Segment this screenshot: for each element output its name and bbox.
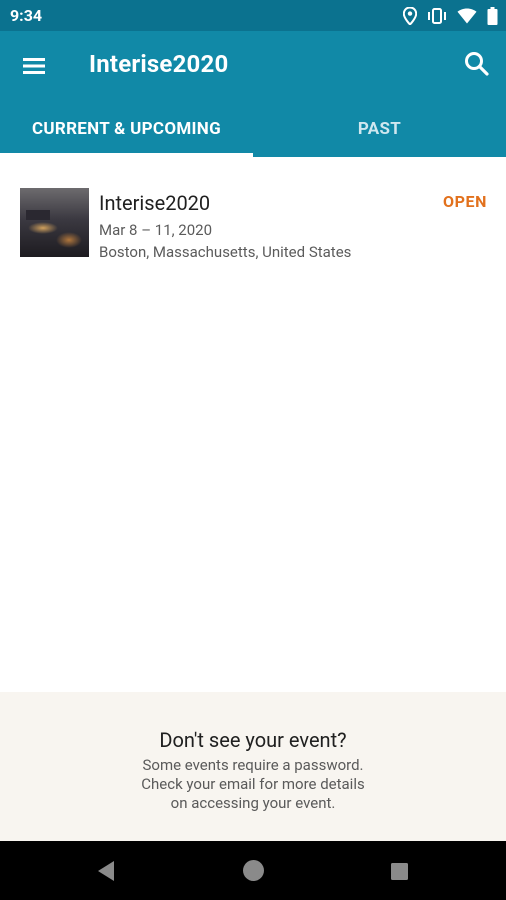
thumbnail-banner bbox=[26, 210, 50, 220]
vibrate-icon bbox=[428, 8, 446, 24]
menu-button[interactable] bbox=[20, 52, 48, 80]
recent-apps-icon[interactable] bbox=[390, 862, 409, 881]
location-icon bbox=[403, 7, 417, 25]
event-list-item[interactable]: Interise2020 Mar 8 – 11, 2020 Boston, Ma… bbox=[0, 175, 506, 270]
missing-event-help-panel: Don't see your event? Some events requir… bbox=[0, 692, 506, 841]
hamburger-menu-icon bbox=[23, 58, 45, 74]
tab-current-upcoming[interactable]: CURRENT & UPCOMING bbox=[0, 100, 253, 157]
help-line: on accessing your event. bbox=[170, 794, 336, 812]
event-dates: Mar 8 – 11, 2020 bbox=[99, 221, 213, 239]
app-title: Interise2020 bbox=[89, 50, 229, 78]
home-icon[interactable] bbox=[241, 858, 266, 883]
app-bar: Interise2020 bbox=[0, 31, 506, 100]
back-icon[interactable] bbox=[96, 860, 116, 882]
wifi-icon bbox=[457, 8, 477, 24]
battery-icon bbox=[487, 7, 498, 25]
status-bar: 9:34 bbox=[0, 0, 506, 31]
help-line: Some events require a password. bbox=[142, 756, 364, 774]
status-icons bbox=[403, 6, 498, 26]
help-heading: Don't see your event? bbox=[159, 728, 347, 752]
event-title: Interise2020 bbox=[99, 191, 211, 215]
status-time: 9:34 bbox=[10, 6, 43, 25]
system-navigation-bar bbox=[0, 841, 506, 900]
event-thumbnail bbox=[20, 188, 89, 257]
event-location: Boston, Massachusetts, United States bbox=[99, 243, 352, 261]
tab-past[interactable]: PAST bbox=[253, 100, 506, 157]
tab-selected-indicator bbox=[0, 153, 253, 157]
event-status-badge: OPEN bbox=[442, 192, 487, 211]
event-tabs: CURRENT & UPCOMING PAST bbox=[0, 100, 506, 157]
help-line: Check your email for more details bbox=[141, 775, 365, 793]
thumbnail-light bbox=[28, 222, 58, 234]
thumbnail-light bbox=[56, 232, 82, 248]
search-button[interactable] bbox=[462, 49, 492, 79]
search-icon bbox=[465, 52, 489, 76]
help-text: Some events require a password. Check yo… bbox=[0, 756, 506, 813]
